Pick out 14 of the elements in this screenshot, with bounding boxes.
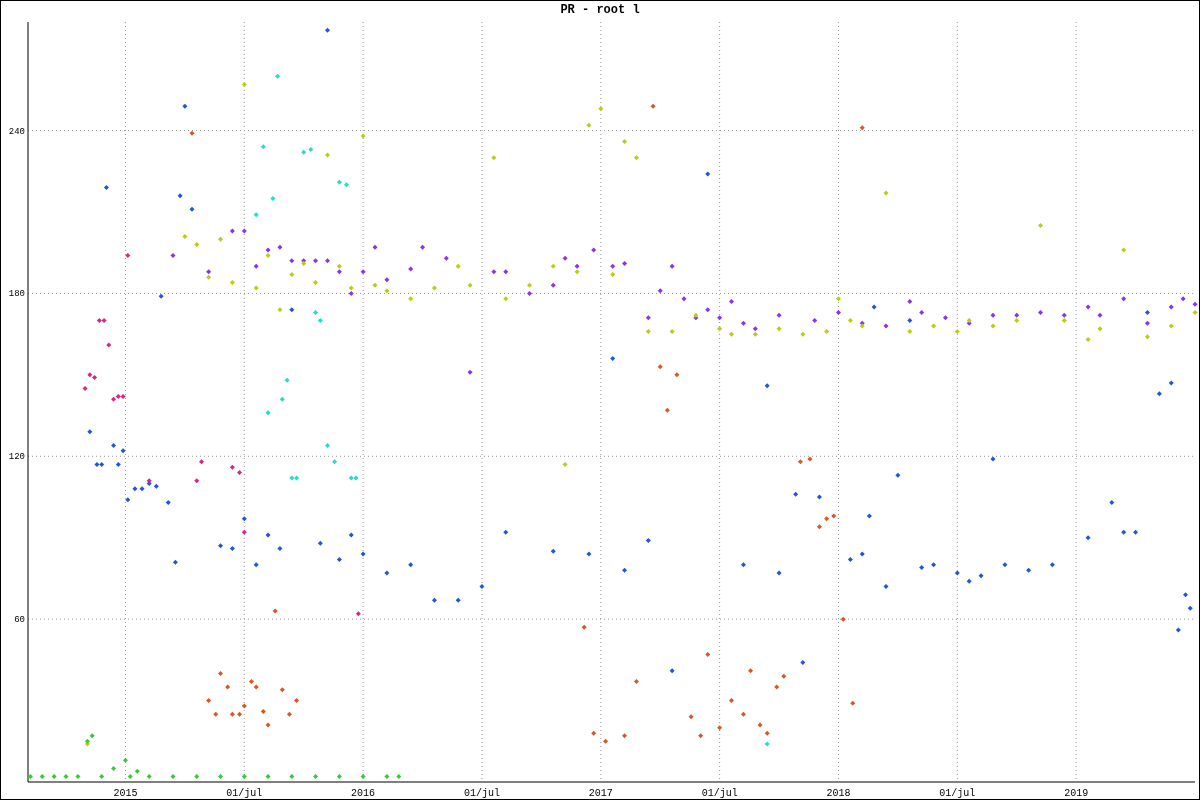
tick-label: 120: [8, 452, 25, 463]
tick-label: 240: [8, 126, 25, 137]
tick-label: 2015: [113, 788, 138, 799]
tick-label: 2019: [1064, 788, 1089, 799]
tick-label: 01/jul: [701, 788, 738, 799]
tick-label: 60: [14, 615, 25, 626]
tick-label: 2017: [588, 788, 613, 799]
tick-label: 180: [8, 289, 25, 300]
tick-label: 2018: [826, 788, 851, 799]
tick-label: 2016: [351, 788, 376, 799]
chart-title: PR - root l: [560, 3, 640, 17]
tick-label: 01/jul: [226, 788, 263, 799]
tick-label: 01/jul: [939, 788, 976, 799]
tick-label: 01/jul: [463, 788, 500, 799]
